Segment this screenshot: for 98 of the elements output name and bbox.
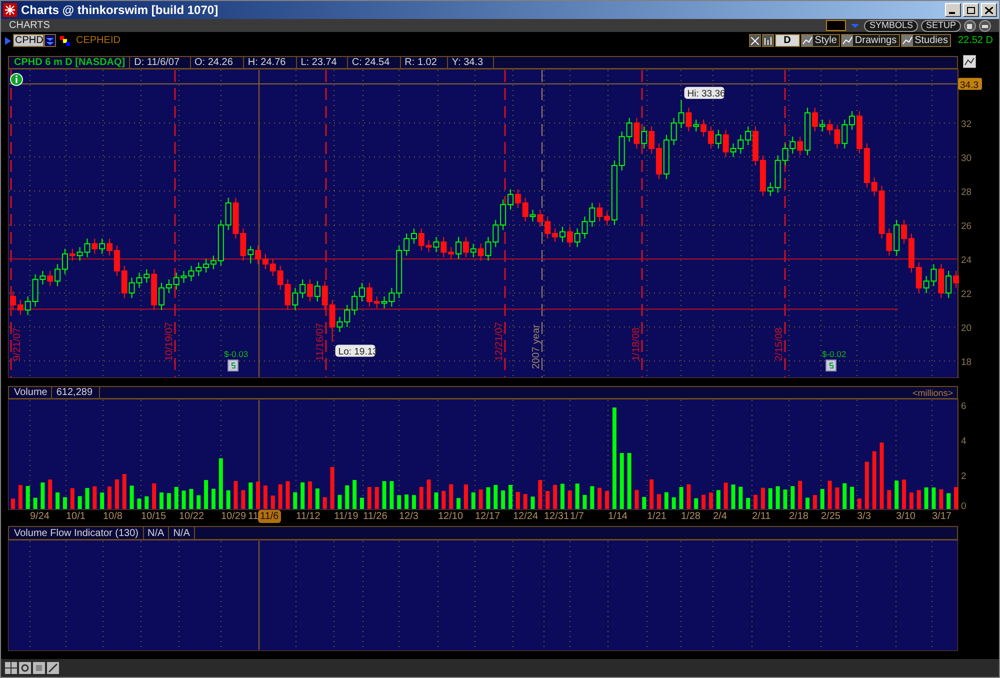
bars-icon — [764, 36, 772, 44]
date-marker-label: 2/15/08 — [774, 328, 785, 361]
tool-icon — [802, 35, 813, 46]
toolbar-button[interactable]: Style — [800, 34, 840, 47]
ohlc-field: L: 23.74 — [296, 57, 348, 68]
date-axis-label: 1/14 — [608, 511, 628, 523]
price-axis-label: 28 — [961, 187, 972, 198]
date-axis-label: 10/1 — [66, 511, 86, 523]
study-title: Volume Flow Indicator (130) — [9, 527, 144, 539]
dividend-label: $-0.02 — [822, 349, 846, 359]
date-axis-label: 12/31 — [544, 511, 570, 523]
header-button[interactable]: SYMBOLS — [864, 20, 918, 32]
grid-icon[interactable] — [5, 662, 17, 674]
date-axis-label: 2/4 — [713, 511, 727, 523]
scale-tool-button[interactable] — [762, 34, 774, 47]
volume-value: 612,289 — [52, 387, 100, 398]
date-axis-label: 11/26 — [363, 511, 388, 523]
window-icon[interactable] — [964, 20, 976, 32]
last-price: 22.52 D — [958, 34, 993, 48]
date-marker-label: 12/21/07 — [494, 322, 505, 361]
price-axis-label: 18 — [961, 357, 972, 368]
date-axis-label: 1/28 — [681, 511, 700, 523]
maximize-button[interactable] — [963, 3, 979, 17]
maximize-icon — [967, 6, 975, 14]
date-marker-label: 9/21/07 — [12, 328, 23, 361]
volume-axis-label: 4 — [961, 436, 966, 447]
study-value: N/A — [144, 527, 170, 539]
date-axis-label: 2/11 — [752, 511, 771, 523]
date-axis-label: 11/12 — [296, 511, 320, 523]
ohlc-field: Y: 34.3 — [448, 57, 494, 68]
date-marker-label: 2007 year — [531, 324, 542, 369]
date-axis-label: 10/15 — [141, 511, 166, 523]
minimize-button[interactable] — [945, 3, 961, 17]
link-field[interactable] — [826, 20, 846, 31]
volume-axis-label: 6 — [961, 401, 966, 412]
ohlc-field: H: 24.76 — [244, 57, 297, 68]
date-axis-label: 3/10 — [896, 511, 916, 523]
date-axis-label: 3/3 — [857, 511, 871, 523]
tool-icon — [842, 35, 853, 46]
close-button[interactable] — [981, 3, 997, 17]
company-name: CEPHEID — [76, 34, 120, 48]
date-axis-label: 3/17 — [932, 511, 952, 523]
color-squares-icon[interactable] — [60, 36, 70, 46]
section-title: CHARTS — [9, 19, 50, 33]
volume-title: Volume — [9, 387, 52, 398]
ohlc-field: D: 11/6/07 — [130, 57, 191, 68]
date-axis-label: 12/24 — [513, 511, 538, 523]
date-axis-label: 11 — [248, 511, 258, 523]
toolbar-button[interactable]: Drawings — [840, 34, 900, 47]
chart-icon[interactable] — [963, 55, 976, 68]
date-axis-label: 10/29 — [221, 511, 246, 523]
date-axis-label: 11/19 — [334, 511, 358, 523]
date-axis-label: 9/24 — [30, 511, 50, 523]
date-marker-label: 10/19/07 — [164, 322, 175, 361]
ohlc-field: C: 24.54 — [348, 57, 401, 68]
date-axis-label: 1/21 — [647, 511, 666, 523]
chart-symbol-title: CPHD 6 m D [NASDAQ] — [9, 57, 130, 68]
price-axis-label: 22 — [961, 289, 972, 300]
price-axis-label: 30 — [961, 153, 972, 164]
price-marker: 34.3 — [958, 78, 982, 91]
toolbar-button[interactable]: Studies — [900, 34, 951, 47]
date-axis-label: 10/22 — [179, 511, 204, 523]
study-value: N/A — [169, 527, 195, 539]
tool-icon — [902, 35, 913, 46]
date-axis-label: 2/25 — [821, 511, 840, 523]
price-axis-label: 26 — [961, 221, 972, 232]
window-title: Charts @ thinkorswim [build 1070] — [21, 2, 218, 19]
caret-icon — [46, 36, 54, 44]
zoom-tool-button[interactable] — [748, 34, 761, 47]
price-axis-label: 20 — [961, 323, 972, 334]
date-axis-label: 2/18 — [789, 511, 808, 523]
price-axis-label: 24 — [961, 255, 972, 266]
date-axis-label: 12/17 — [475, 511, 500, 523]
expand-arrow-icon[interactable] — [5, 36, 11, 46]
date-axis-label: 1/7 — [570, 511, 584, 523]
pencil-icon[interactable] — [47, 662, 59, 674]
print-icon[interactable] — [979, 20, 991, 32]
symbol-dropdown-button[interactable] — [44, 34, 56, 47]
symbol-field[interactable]: CPHD — [13, 34, 44, 47]
crosshair-icon — [750, 36, 759, 44]
price-axis-label: 32 — [961, 119, 972, 130]
app-icon — [3, 3, 17, 17]
aggregation-button[interactable]: D — [774, 34, 800, 47]
date-axis-label: 12/10 — [438, 511, 464, 523]
cursor-date-badge: 11/6 — [258, 510, 281, 523]
date-marker-label: 1/18/08 — [631, 328, 642, 361]
date-marker-label: 11/16/07 — [315, 322, 326, 361]
close-icon — [985, 6, 993, 14]
date-axis-label: 12/3 — [399, 511, 418, 523]
date-axis-label: 10/8 — [103, 511, 122, 523]
volume-axis-label: 0 — [961, 501, 966, 510]
ohlc-field: O: 24.26 — [190, 57, 244, 68]
volume-unit: <millions> — [912, 387, 954, 398]
gear-icon[interactable] — [19, 662, 31, 674]
volume-axis-label: 2 — [961, 471, 966, 482]
header-button[interactable]: SETUP — [920, 20, 961, 32]
ohlc-field: R: 1.02 — [400, 57, 448, 68]
dividend-label: $-0.03 — [224, 349, 248, 359]
